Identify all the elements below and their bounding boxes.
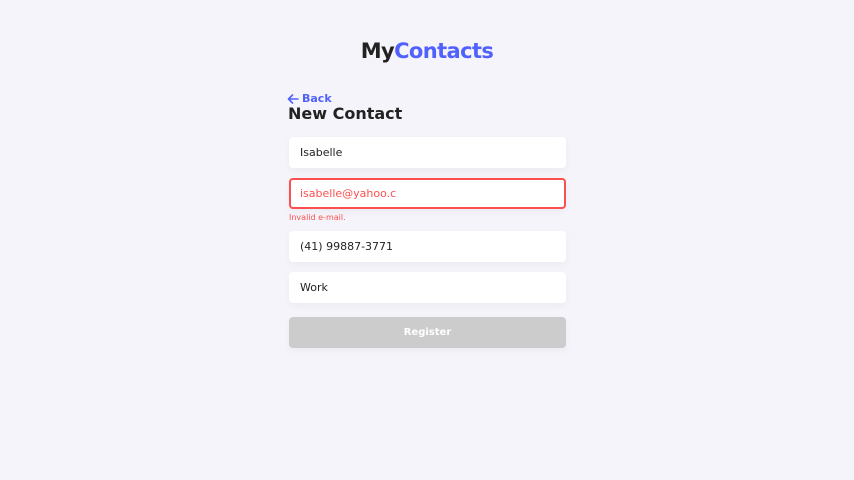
name-input[interactable] <box>289 137 566 168</box>
logo-contacts: Contacts <box>394 39 494 63</box>
phone-input[interactable] <box>289 231 566 262</box>
logo-my: My <box>360 39 395 63</box>
arrow-left-icon <box>287 93 299 104</box>
email-input[interactable] <box>289 178 566 209</box>
app-logo: MyContacts <box>0 39 854 63</box>
page-title: New Contact <box>288 104 403 123</box>
register-button[interactable]: Register <box>289 317 566 348</box>
email-error-message: Invalid e-mail. <box>289 213 346 222</box>
category-select[interactable] <box>289 272 566 303</box>
